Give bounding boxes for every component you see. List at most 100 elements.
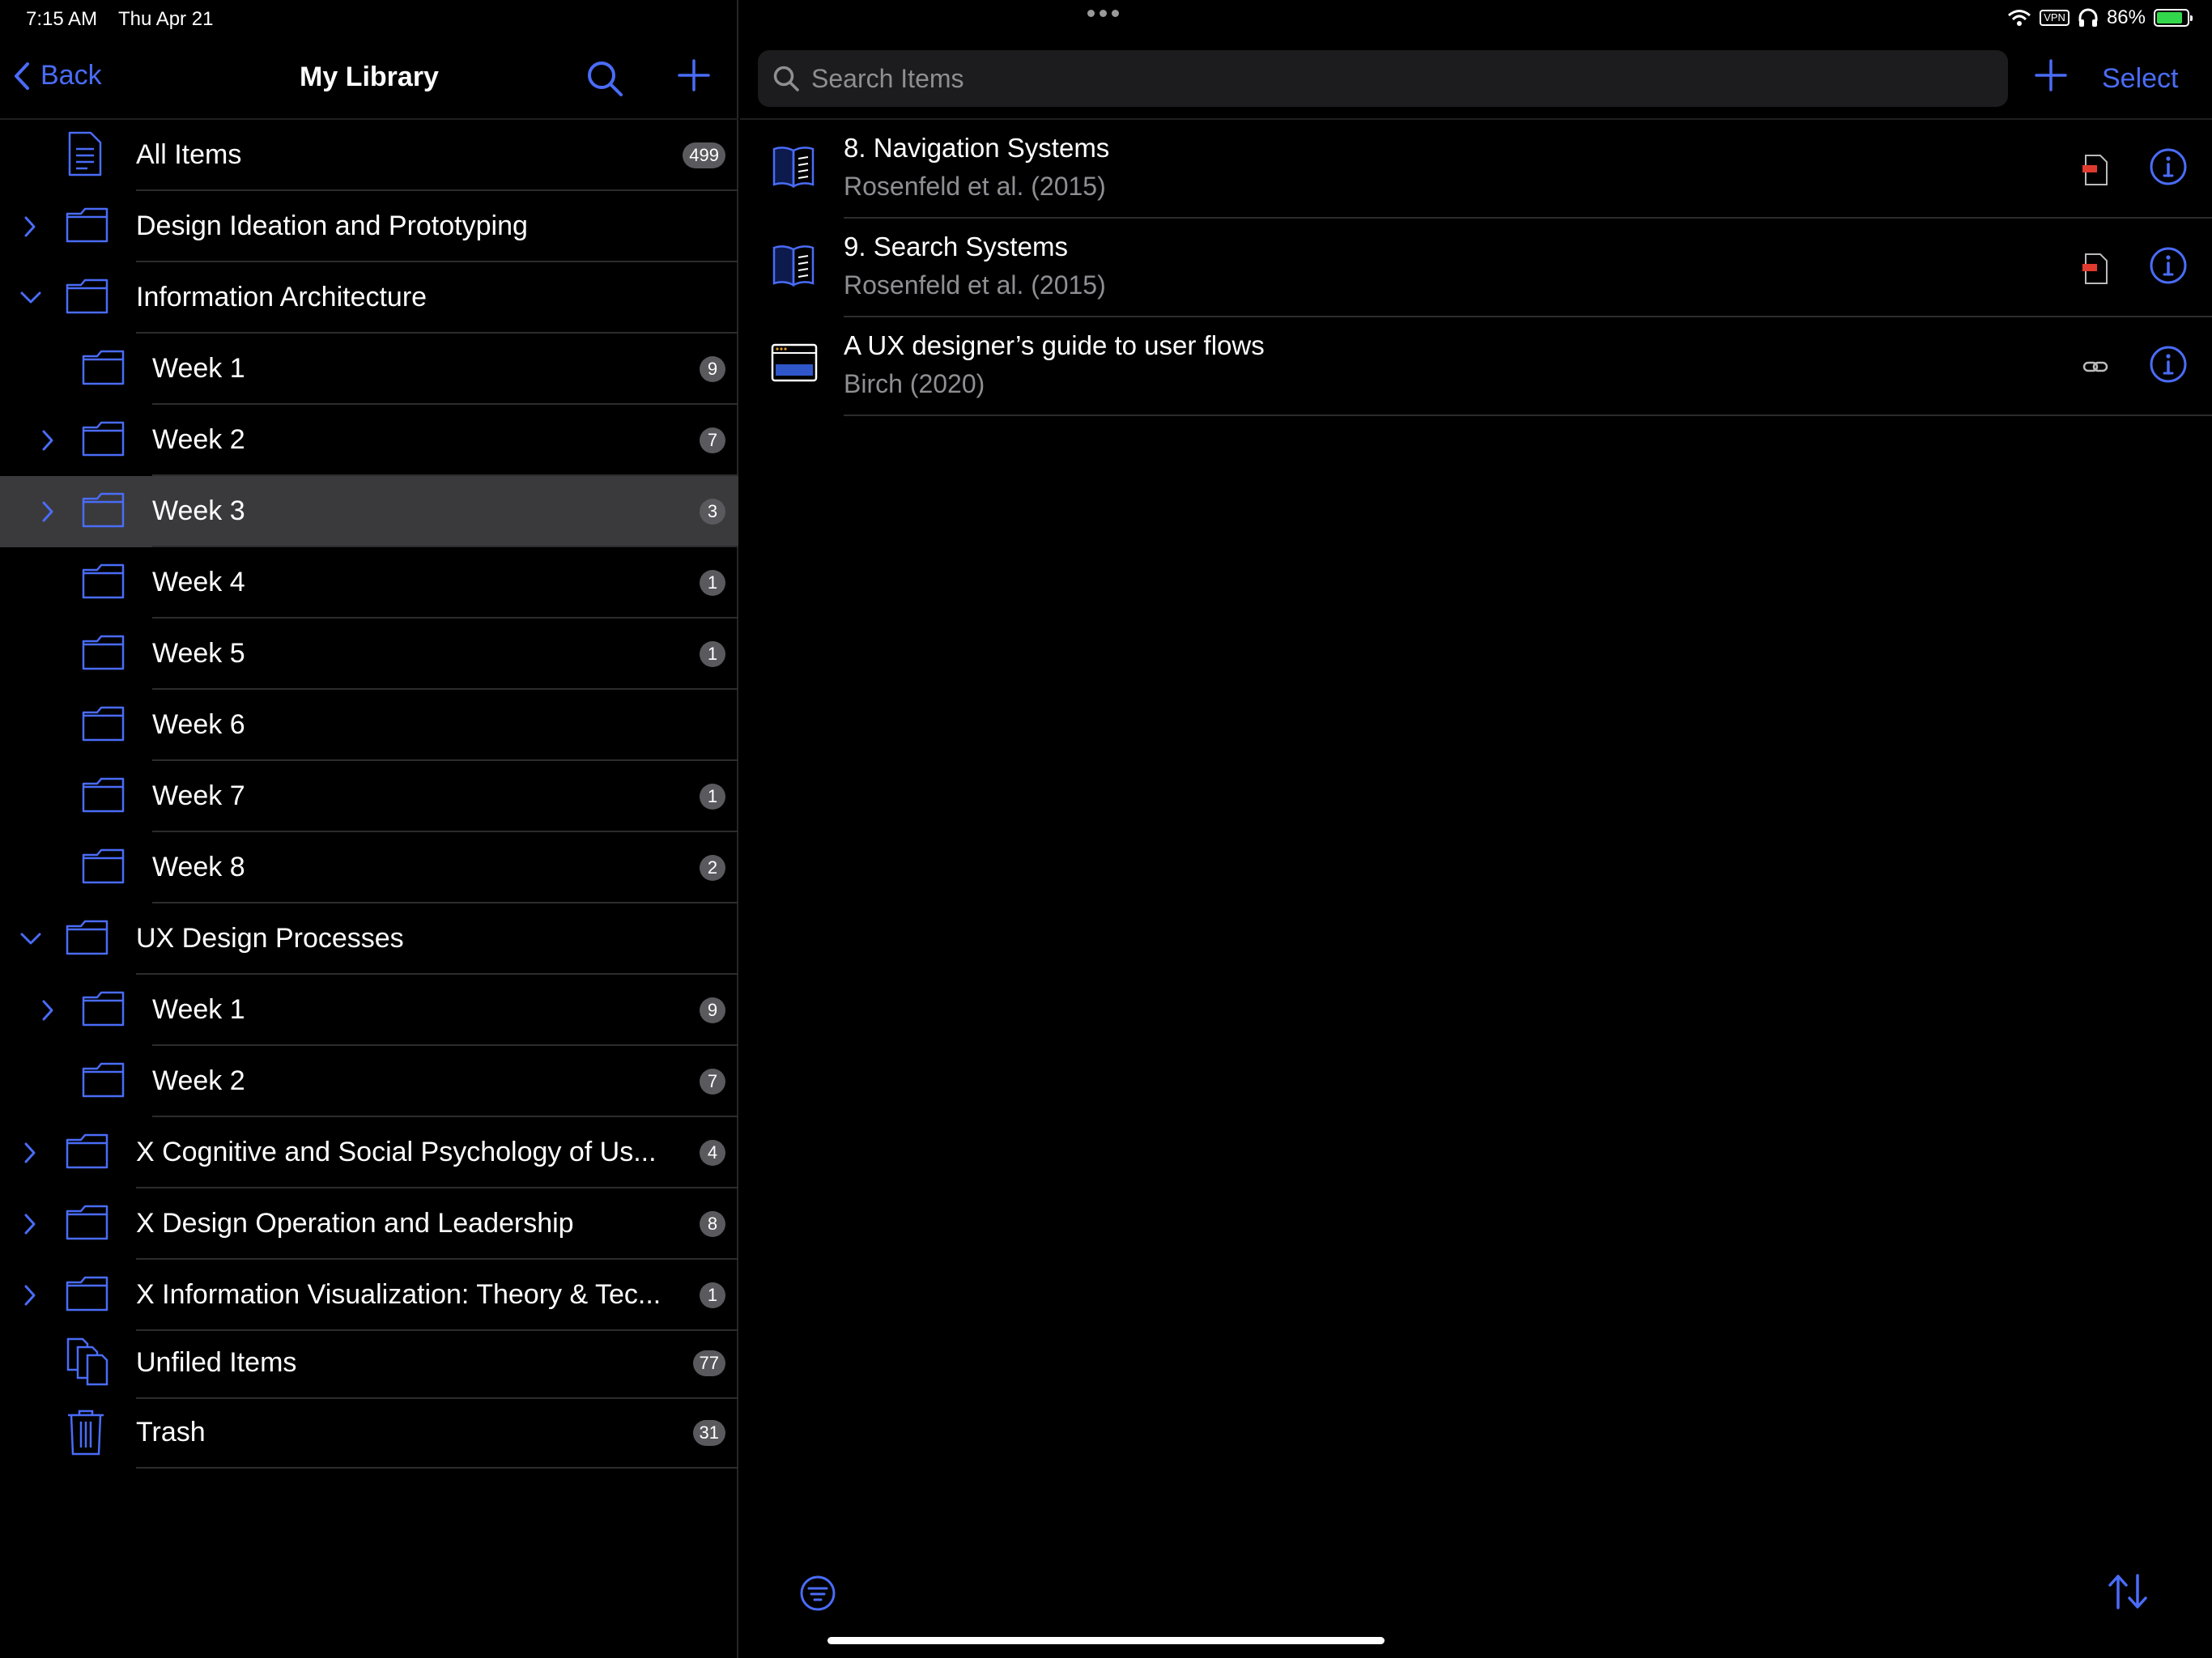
folder-icon bbox=[82, 991, 125, 1027]
page-title: My Library bbox=[300, 62, 439, 92]
document-icon bbox=[68, 131, 102, 176]
search-icon[interactable] bbox=[586, 60, 623, 97]
chevron-right-icon[interactable] bbox=[40, 999, 55, 1022]
status-indicators: VPN 86% bbox=[2007, 6, 2193, 29]
count-badge: 7 bbox=[700, 1069, 725, 1095]
wifi-icon bbox=[2008, 10, 2031, 26]
add-item-icon[interactable] bbox=[2034, 58, 2068, 92]
sidebar-item[interactable]: Week 1 9 bbox=[0, 975, 738, 1046]
sidebar-item-label: Week 5 bbox=[152, 638, 245, 669]
search-field[interactable] bbox=[758, 50, 2008, 107]
sidebar-item[interactable]: X Cognitive and Social Psychology of Us.… bbox=[0, 1117, 738, 1188]
count-badge: 77 bbox=[692, 1350, 725, 1376]
sidebar-item[interactable]: Unfiled Items 77 bbox=[0, 1328, 738, 1399]
home-indicator[interactable] bbox=[827, 1637, 1385, 1644]
chevron-right-icon[interactable] bbox=[23, 215, 37, 238]
count-badge: 1 bbox=[700, 1282, 725, 1308]
sidebar-item[interactable]: Information Architecture bbox=[0, 262, 738, 334]
search-input[interactable] bbox=[811, 63, 1945, 94]
item-row[interactable]: A UX designer’s guide to user flows Birch… bbox=[740, 317, 2212, 416]
sidebar-item[interactable]: Week 2 7 bbox=[0, 1046, 738, 1117]
chevron-right-icon[interactable] bbox=[40, 500, 55, 523]
multitasking-dots-icon[interactable] bbox=[1087, 10, 1119, 17]
folder-icon bbox=[66, 1276, 108, 1312]
chevron-down-icon[interactable] bbox=[19, 290, 42, 306]
sidebar-item-label: Week 1 bbox=[152, 353, 245, 384]
sidebar: Back My Library All Items 499 Design Ideat… bbox=[0, 0, 738, 1658]
item-creator: Rosenfeld et al. (2015) bbox=[844, 270, 1106, 300]
divider bbox=[844, 414, 2212, 416]
chevron-right-icon[interactable] bbox=[40, 429, 55, 452]
count-badge: 1 bbox=[700, 641, 725, 667]
item-creator: Rosenfeld et al. (2015) bbox=[844, 172, 1106, 201]
folder-icon bbox=[66, 920, 108, 955]
sidebar-item-label: X Design Operation and Leadership bbox=[136, 1208, 574, 1239]
sidebar-item[interactable]: X Design Operation and Leadership 8 bbox=[0, 1188, 738, 1260]
sidebar-item-label: Week 7 bbox=[152, 780, 245, 811]
folder-icon bbox=[82, 350, 125, 385]
count-badge: 1 bbox=[700, 784, 725, 810]
pdf-icon[interactable] bbox=[2082, 253, 2108, 285]
sidebar-item[interactable]: UX Design Processes bbox=[0, 903, 738, 975]
sidebar-item-label: Week 8 bbox=[152, 852, 245, 882]
web-page-icon bbox=[771, 343, 818, 382]
add-collection-icon[interactable] bbox=[677, 58, 711, 92]
book-section-icon bbox=[772, 245, 815, 287]
folder-icon bbox=[82, 492, 125, 528]
pdf-icon[interactable] bbox=[2082, 154, 2108, 186]
sidebar-item[interactable]: All Items 499 bbox=[0, 120, 738, 191]
sidebar-item[interactable]: Week 8 2 bbox=[0, 832, 738, 903]
sidebar-item[interactable]: X Information Visualization: Theory & Te… bbox=[0, 1260, 738, 1331]
chevron-right-icon[interactable] bbox=[23, 1141, 37, 1164]
folder-icon bbox=[82, 1062, 125, 1098]
sidebar-item-label: Week 1 bbox=[152, 994, 245, 1025]
sidebar-item-label: Week 6 bbox=[152, 709, 245, 740]
chevron-right-icon[interactable] bbox=[23, 1213, 37, 1235]
folder-icon bbox=[82, 706, 125, 742]
folder-icon bbox=[82, 635, 125, 670]
sidebar-item[interactable]: Week 6 bbox=[0, 690, 738, 761]
sidebar-item[interactable]: Trash 31 bbox=[0, 1397, 738, 1469]
item-title: 8. Navigation Systems bbox=[844, 133, 1110, 163]
item-row[interactable]: 8. Navigation Systems Rosenfeld et al. (2… bbox=[740, 120, 2212, 219]
count-badge: 1 bbox=[700, 570, 725, 596]
battery-icon bbox=[2154, 9, 2193, 27]
sidebar-item[interactable]: Week 1 9 bbox=[0, 334, 738, 405]
unfiled-items-icon bbox=[66, 1337, 108, 1386]
filter-icon[interactable] bbox=[798, 1574, 837, 1613]
count-badge: 7 bbox=[700, 427, 725, 453]
sidebar-item[interactable]: Week 4 1 bbox=[0, 547, 738, 619]
sidebar-item-label: Week 4 bbox=[152, 567, 245, 597]
count-badge: 2 bbox=[700, 855, 725, 881]
info-icon[interactable] bbox=[2149, 147, 2188, 186]
count-badge: 9 bbox=[700, 997, 725, 1023]
chevron-down-icon[interactable] bbox=[19, 931, 42, 947]
sidebar-item-label: Design Ideation and Prototyping bbox=[136, 210, 528, 241]
screen: 7:15 AM Thu Apr 21 VPN 86% Back My Libra… bbox=[0, 0, 2212, 1658]
folder-icon bbox=[82, 421, 125, 457]
sidebar-item[interactable]: Design Ideation and Prototyping bbox=[0, 191, 738, 262]
sidebar-item[interactable]: Week 5 1 bbox=[0, 619, 738, 690]
sidebar-item-label: X Cognitive and Social Psychology of Us.… bbox=[136, 1137, 657, 1167]
folder-icon bbox=[66, 1205, 108, 1240]
count-badge: 3 bbox=[700, 499, 725, 525]
chevron-right-icon[interactable] bbox=[23, 1284, 37, 1307]
sort-icon[interactable] bbox=[2105, 1572, 2150, 1611]
link-icon[interactable] bbox=[2082, 358, 2108, 376]
item-row[interactable]: 9. Search Systems Rosenfeld et al. (2015) bbox=[740, 219, 2212, 317]
info-icon[interactable] bbox=[2149, 246, 2188, 285]
sidebar-item[interactable]: Week 3 3 bbox=[0, 476, 738, 547]
battery-percent: 86% bbox=[2106, 6, 2146, 28]
sidebar-item-label: Week 2 bbox=[152, 1065, 245, 1096]
count-badge: 8 bbox=[700, 1211, 725, 1237]
select-button[interactable]: Select bbox=[2102, 63, 2179, 95]
book-section-icon bbox=[772, 147, 815, 189]
folder-icon bbox=[82, 848, 125, 884]
sidebar-item[interactable]: Week 7 1 bbox=[0, 761, 738, 832]
sidebar-item[interactable]: Week 2 7 bbox=[0, 405, 738, 476]
count-badge: 4 bbox=[700, 1140, 725, 1166]
sidebar-item-label: Information Architecture bbox=[136, 282, 428, 312]
item-title: 9. Search Systems bbox=[844, 232, 1068, 261]
info-icon[interactable] bbox=[2149, 345, 2188, 384]
folder-icon bbox=[66, 278, 108, 314]
